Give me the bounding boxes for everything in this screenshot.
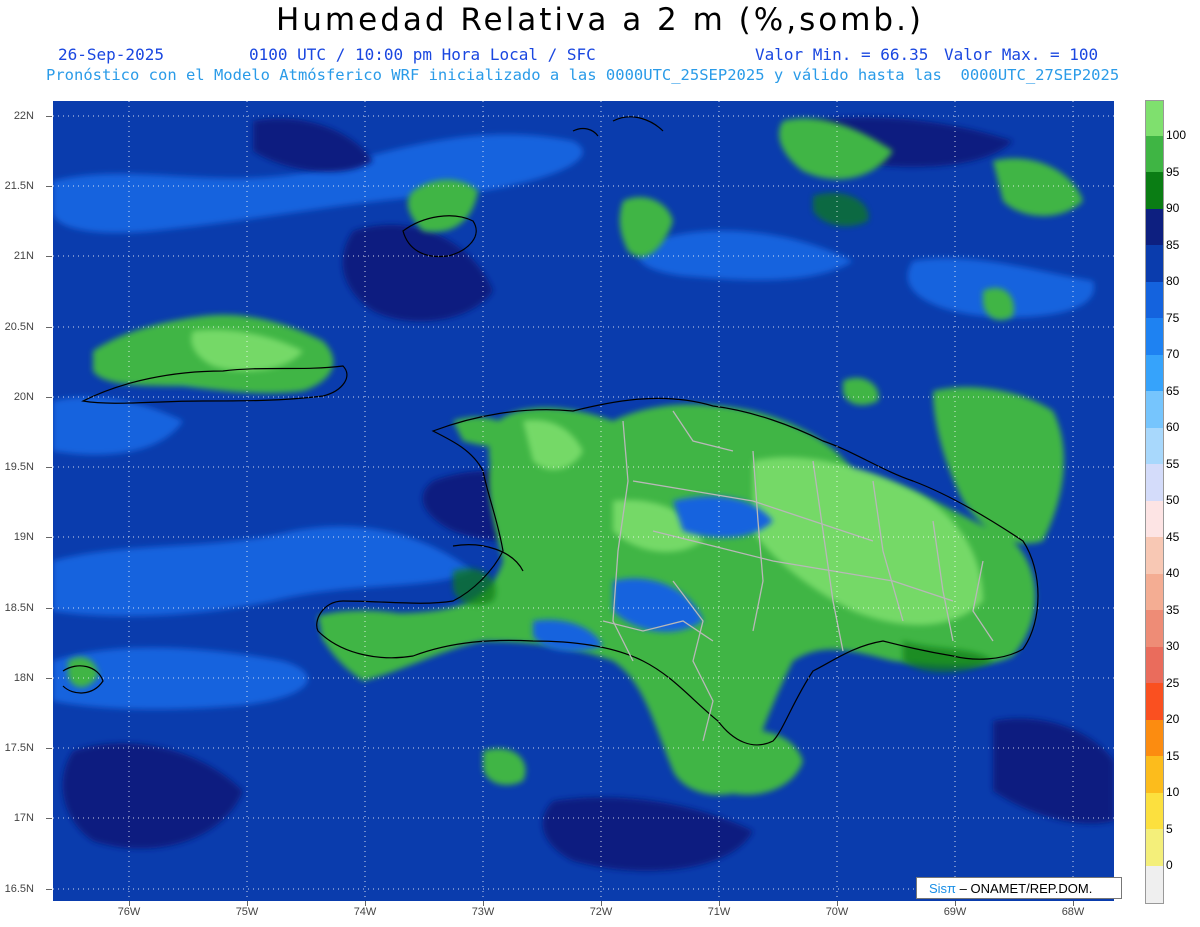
lat-label: 16.5N xyxy=(4,883,34,895)
lat-tick xyxy=(46,116,52,117)
lat-label: 17.5N xyxy=(4,742,34,754)
lat-tick xyxy=(46,186,52,187)
colorbar-label: 40 xyxy=(1166,566,1180,580)
colorbar-label: 20 xyxy=(1166,712,1180,726)
colorbar-swatch xyxy=(1145,100,1164,137)
lon-label: 73W xyxy=(471,906,495,918)
colorbar-label: 75 xyxy=(1166,311,1180,325)
lat-label: 19N xyxy=(13,531,34,543)
lon-tick xyxy=(365,901,366,906)
colorbar-swatch xyxy=(1145,720,1164,756)
lat-label: 17N xyxy=(13,812,34,824)
colorbar-label: 15 xyxy=(1166,749,1180,763)
colorbar-label: 100 xyxy=(1166,128,1187,142)
lon-label: 68W xyxy=(1061,906,1085,918)
colorbar-label: 5 xyxy=(1166,822,1173,836)
colorbar-swatch xyxy=(1145,756,1164,793)
colorbar-swatch xyxy=(1145,209,1164,245)
lon-label: 72W xyxy=(589,906,613,918)
colorbar-swatch xyxy=(1145,537,1164,574)
colorbar-swatch xyxy=(1145,683,1164,720)
colorbar-swatch xyxy=(1145,355,1164,391)
map-title: Humedad Relativa a 2 m (%,somb.) xyxy=(275,2,925,38)
lon-tick xyxy=(955,901,956,906)
lon-label: 70W xyxy=(825,906,849,918)
colorbar-label: 50 xyxy=(1166,493,1180,507)
colorbar-swatch xyxy=(1145,647,1164,683)
colorbar-label: 90 xyxy=(1166,201,1180,215)
colorbar-label: 65 xyxy=(1166,384,1180,398)
lat-label: 21.5N xyxy=(4,180,34,192)
lon-label: 71W xyxy=(707,906,731,918)
colorbar-swatch xyxy=(1145,391,1164,428)
lat-tick xyxy=(46,397,52,398)
colorbar-label: 45 xyxy=(1166,530,1180,544)
lat-label: 18N xyxy=(13,672,34,684)
lon-tick xyxy=(1073,901,1074,906)
lat-tick xyxy=(46,889,52,890)
lat-tick xyxy=(46,678,52,679)
lat-label: 20N xyxy=(13,391,34,403)
lon-tick xyxy=(837,901,838,906)
lon-tick xyxy=(719,901,720,906)
lon-tick xyxy=(247,901,248,906)
forecast-time: 0100 UTC / 10:00 pm Hora Local / SFC xyxy=(249,45,596,64)
colorbar-swatch xyxy=(1145,501,1164,537)
lat-tick xyxy=(46,608,52,609)
colorbar-label: 35 xyxy=(1166,603,1180,617)
lat-tick xyxy=(46,327,52,328)
lon-label: 76W xyxy=(117,906,141,918)
colorbar-swatch xyxy=(1145,172,1164,209)
colorbar-swatch xyxy=(1145,136,1164,172)
lat-tick xyxy=(46,256,52,257)
colorbar-swatch xyxy=(1145,793,1164,829)
lon-tick xyxy=(601,901,602,906)
colorbar-label: 55 xyxy=(1166,457,1180,471)
lat-label: 18.5N xyxy=(4,602,34,614)
colorbar-swatch xyxy=(1145,282,1164,318)
colorbar-label: 0 xyxy=(1166,858,1173,872)
min-value: Valor Min. = 66.35 xyxy=(755,45,929,64)
forecast-date: 26-Sep-2025 xyxy=(58,45,164,64)
colorbar-label: 10 xyxy=(1166,785,1180,799)
colorbar-label: 80 xyxy=(1166,274,1180,288)
model-subtitle: Pronóstico con el Modelo Atmósferico WRF… xyxy=(46,66,1120,84)
lat-tick xyxy=(46,818,52,819)
lon-label: 75W xyxy=(235,906,259,918)
colorbar-label: 85 xyxy=(1166,238,1180,252)
humidity-map xyxy=(53,101,1114,901)
lat-label: 22N xyxy=(13,110,34,122)
lon-label: 74W xyxy=(353,906,377,918)
lat-tick xyxy=(46,748,52,749)
colorbar-label: 25 xyxy=(1166,676,1180,690)
colorbar-swatch xyxy=(1145,610,1164,647)
colorbar-swatch xyxy=(1145,318,1164,355)
lat-label: 19.5N xyxy=(4,461,34,473)
credit-box: Sisπ – ONAMET/REP.DOM. xyxy=(916,877,1122,899)
lat-tick xyxy=(46,467,52,468)
credit-text: – ONAMET/REP.DOM. xyxy=(959,881,1093,896)
lat-tick xyxy=(46,537,52,538)
colorbar-swatch xyxy=(1145,245,1164,282)
lon-tick xyxy=(129,901,130,906)
colorbar-label: 95 xyxy=(1166,165,1180,179)
colorbar-label: 70 xyxy=(1166,347,1180,361)
lon-label: 69W xyxy=(943,906,967,918)
colorbar-label: 30 xyxy=(1166,639,1180,653)
colorbar-swatch xyxy=(1145,829,1164,866)
max-value: Valor Max. = 100 xyxy=(944,45,1099,64)
lat-label: 20.5N xyxy=(4,321,34,333)
colorbar-swatch xyxy=(1145,574,1164,610)
colorbar-swatch xyxy=(1145,866,1164,904)
colorbar-label: 60 xyxy=(1166,420,1180,434)
colorbar-swatch xyxy=(1145,464,1164,501)
colorbar-swatch xyxy=(1145,428,1164,464)
lon-tick xyxy=(483,901,484,906)
sispi-logo: Sisπ xyxy=(929,881,957,896)
lat-label: 21N xyxy=(13,250,34,262)
